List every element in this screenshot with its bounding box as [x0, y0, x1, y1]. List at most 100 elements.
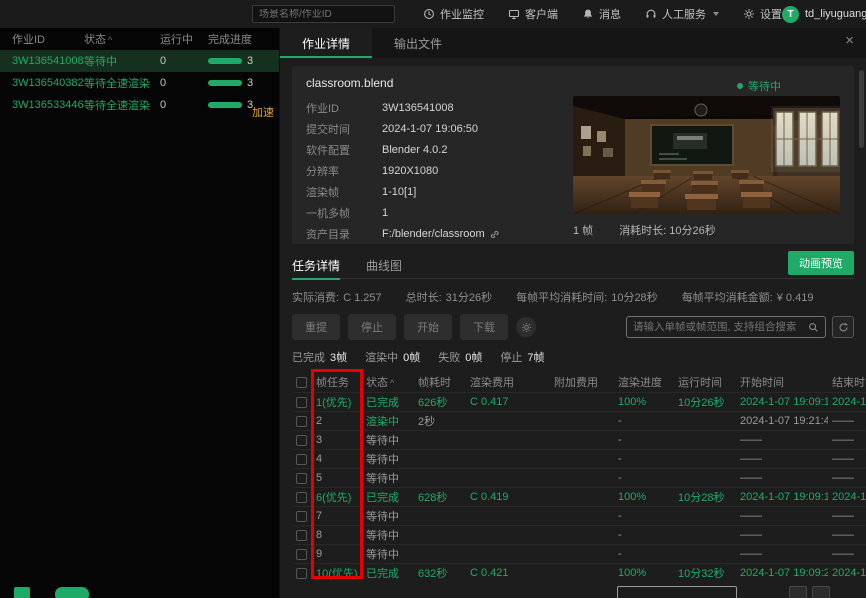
job-progress: 3 [208, 55, 279, 67]
global-search-input[interactable] [259, 9, 388, 20]
job-info-fields: 作业ID3W136541008 提交时间2024-1-07 19:06:50 软… [306, 100, 576, 244]
pager-prev-button[interactable] [789, 586, 807, 598]
frame-time-cell [414, 431, 466, 450]
avatar: T [782, 6, 799, 23]
animation-preview-button[interactable]: 动画预览 [788, 251, 854, 275]
frame-action-button[interactable]: 重提 [292, 314, 340, 340]
frame-table-row[interactable]: 7 等待中 - —— —— [292, 507, 866, 526]
job-list-row[interactable]: 3W136540382 等待全速渲染 0 3 [0, 72, 279, 94]
frame-table-column-header[interactable]: 帧任务 [312, 372, 362, 393]
row-checkbox[interactable] [296, 454, 307, 465]
frame-table-column-header[interactable]: 开始时间 [736, 372, 828, 393]
render-cost-cell [466, 412, 550, 431]
user-menu[interactable]: T td_liyuguangcn [782, 6, 866, 23]
frame-search-box[interactable] [626, 316, 826, 338]
bottom-left-icon-button[interactable] [14, 587, 30, 598]
close-icon[interactable]: × [845, 33, 854, 48]
frame-table-column-header[interactable]: 帧耗时 [414, 372, 466, 393]
row-checkbox[interactable] [296, 549, 307, 560]
frame-table-column-header[interactable]: 渲染费用 [466, 372, 550, 393]
render-preview-image[interactable] [573, 96, 840, 214]
frame-action-button[interactable]: 开始 [404, 314, 452, 340]
row-checkbox[interactable] [296, 511, 307, 522]
frame-action-button[interactable]: 停止 [348, 314, 396, 340]
job-list-column-header[interactable]: 状态^ [84, 31, 160, 47]
job-list-column-header[interactable]: 运行中 [160, 31, 208, 47]
nav-settings[interactable]: 设置 [743, 6, 782, 22]
gear-icon [743, 8, 755, 20]
frame-table-column-header[interactable]: 渲染进度 [614, 372, 674, 393]
summary-item: 失败0帧 [438, 349, 482, 365]
row-checkbox[interactable] [296, 435, 307, 446]
frame-table-column-header[interactable]: 结束时 [828, 372, 866, 393]
frame-table-row[interactable]: 6(优先) 已完成 628秒 C 0.419 100% 10分28秒 2024-… [292, 488, 866, 507]
job-list-column-header[interactable]: 作业ID [12, 31, 84, 47]
frame-time-cell [414, 545, 466, 564]
field-label: 作业ID [306, 100, 368, 116]
stat-item: 总时长:31分26秒 [406, 289, 493, 305]
tab-output-files[interactable]: 输出文件 [372, 28, 464, 58]
frame-table-row[interactable]: 2 渲染中 2秒 - 2024-1-07 19:21:41 —— [292, 412, 866, 431]
frame-time-cell [414, 526, 466, 545]
frame-table-column-header[interactable]: 状态^ [362, 372, 414, 393]
frame-search-input[interactable] [633, 321, 802, 333]
render-cost-cell [466, 526, 550, 545]
nav-messages[interactable]: 消息 [582, 6, 621, 22]
top-nav: 作业监控 客户端 消息 [423, 6, 782, 22]
search-icon [808, 322, 819, 333]
frame-table-row[interactable]: 3 等待中 - —— —— [292, 431, 866, 450]
start-time-cell: 2024-1-07 19:09:10 [736, 393, 828, 412]
select-all-checkbox[interactable] [296, 377, 307, 388]
frame-table-row[interactable]: 8 等待中 - —— —— [292, 526, 866, 545]
start-time-cell: 2024-1-07 19:21:41 [736, 412, 828, 431]
nav-support[interactable]: 人工服务 [645, 6, 719, 22]
frame-search [626, 316, 854, 338]
global-search[interactable] [252, 5, 395, 23]
job-status: 等待中 [84, 53, 160, 69]
row-checkbox[interactable] [296, 492, 307, 503]
row-checkbox[interactable] [296, 473, 307, 484]
frame-table-row[interactable]: 9 等待中 - —— —— [292, 545, 866, 564]
render-cost-cell [466, 450, 550, 469]
frame-task-cell: 7 [312, 507, 362, 526]
frame-table-row[interactable]: 4 等待中 - —— —— [292, 450, 866, 469]
bottom-left-button[interactable] [55, 587, 89, 598]
refresh-button[interactable] [832, 316, 854, 338]
scrollbar[interactable] [859, 70, 864, 148]
render-progress-cell: 100% [614, 488, 674, 507]
row-checkbox[interactable] [296, 568, 307, 579]
download-settings-button[interactable] [516, 317, 536, 337]
refresh-icon [838, 322, 849, 333]
row-checkbox[interactable] [296, 530, 307, 541]
job-list-row[interactable]: 3W136533446 等待全速渲染 0 3 [0, 94, 279, 116]
frame-action-button[interactable]: 下载 [460, 314, 508, 340]
frame-table-column-header[interactable]: 运行时间 [674, 372, 736, 393]
nav-client[interactable]: 客户端 [508, 6, 558, 22]
tab-curve-chart[interactable]: 曲线图 [366, 252, 402, 279]
job-running-count: 0 [160, 99, 208, 111]
job-list-row[interactable]: 3W136541008 等待中 0 3 [0, 50, 279, 72]
render-farm-app: 作业监控 客户端 消息 [0, 0, 866, 598]
render-progress-cell: - [614, 431, 674, 450]
pager-next-button[interactable] [812, 586, 830, 598]
field-label: 分辨率 [306, 163, 368, 179]
job-list-column-header[interactable]: 完成进度 [208, 31, 279, 47]
frame-table-row[interactable]: 1(优先) 已完成 626秒 C 0.417 100% 10分26秒 2024-… [292, 393, 866, 412]
tab-job-details[interactable]: 作业详情 [280, 28, 372, 58]
bottom-wide-button[interactable] [617, 586, 737, 598]
frame-table-row[interactable]: 10(优先) 已完成 632秒 C 0.421 100% 10分32秒 2024… [292, 564, 866, 583]
nav-job-monitor[interactable]: 作业监控 [423, 6, 484, 22]
row-checkbox[interactable] [296, 416, 307, 427]
end-time-cell: —— [828, 412, 866, 431]
frame-status-cell: 等待中 [362, 450, 414, 469]
link-icon[interactable] [489, 229, 500, 240]
render-progress-cell: 100% [614, 564, 674, 583]
row-checkbox[interactable] [296, 397, 307, 408]
extra-cost-cell [550, 507, 614, 526]
row-checkbox-cell [292, 393, 312, 412]
tab-task-details[interactable]: 任务详情 [292, 252, 340, 279]
accelerate-link[interactable]: 加速 [252, 104, 274, 120]
frame-table-row[interactable]: 5 等待中 - —— —— [292, 469, 866, 488]
frame-table-column-header[interactable]: 附加费用 [550, 372, 614, 393]
extra-cost-cell [550, 488, 614, 507]
